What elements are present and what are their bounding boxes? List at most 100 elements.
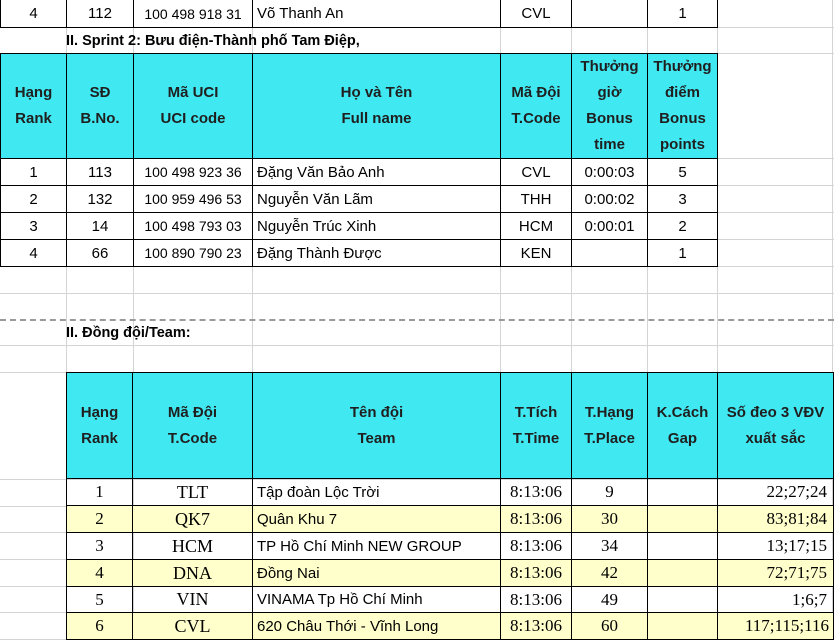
header-bno[interactable]: SĐ B.No.: [67, 53, 134, 159]
time-cell[interactable]: 0:00:03: [572, 159, 648, 186]
team-title: II. Đồng đội/Team:: [66, 325, 191, 341]
team-name-cell[interactable]: Quân Khu 7: [253, 506, 501, 533]
header-team-time[interactable]: T.Tích T.Time: [501, 372, 572, 479]
header-team-name[interactable]: Tên đội Team: [253, 372, 501, 479]
team-gap-cell[interactable]: [648, 560, 718, 587]
time-cell[interactable]: 0:00:02: [572, 186, 648, 213]
code-cell[interactable]: KEN: [501, 240, 572, 267]
team-time-cell[interactable]: 8:13:06: [501, 506, 572, 533]
rank-cell[interactable]: 4: [0, 0, 67, 28]
team-code-cell[interactable]: HCM: [133, 533, 253, 560]
team-top3-cell[interactable]: 83;81;84: [718, 506, 834, 533]
team-name-cell[interactable]: TP Hồ Chí Minh NEW GROUP: [253, 533, 501, 560]
name-cell[interactable]: Võ Thanh An: [253, 0, 501, 28]
uci-cell[interactable]: 100 498 793 03: [134, 213, 253, 240]
header-team-place[interactable]: T.Hạng T.Place: [572, 372, 648, 479]
points-cell[interactable]: 2: [648, 213, 718, 240]
header-tcode-en: T.Code: [511, 110, 561, 127]
team-place-cell[interactable]: 30: [572, 506, 648, 533]
team-code-cell[interactable]: CVL: [133, 613, 253, 640]
team-rank-cell[interactable]: 3: [66, 533, 133, 560]
team-name-cell[interactable]: Đồng Nai: [253, 560, 501, 587]
team-top3-cell[interactable]: 13;17;15: [718, 533, 834, 560]
team-code-cell[interactable]: VIN: [133, 587, 253, 613]
rank-cell[interactable]: 2: [0, 186, 67, 213]
name-cell[interactable]: Nguyễn Trúc Xinh: [253, 213, 501, 240]
team-code-cell[interactable]: TLT: [133, 479, 253, 506]
name-cell[interactable]: Đặng Thành Được: [253, 240, 501, 267]
bno-cell[interactable]: 66: [67, 240, 134, 267]
rank-cell[interactable]: 3: [0, 213, 67, 240]
team-time-cell[interactable]: 8:13:06: [501, 533, 572, 560]
header-team-top3-2: xuất sắc: [745, 429, 806, 447]
code-cell[interactable]: CVL: [501, 0, 572, 28]
team-top3-cell[interactable]: 22;27;24: [718, 479, 834, 506]
team-top3-cell[interactable]: 117;115;116: [718, 613, 834, 640]
team-top3-cell[interactable]: 72;71;75: [718, 560, 834, 587]
header-team-code[interactable]: Mã Đội T.Code: [133, 372, 253, 479]
team-rank-cell[interactable]: 5: [66, 587, 133, 613]
code-cell[interactable]: HCM: [501, 213, 572, 240]
team-place-cell[interactable]: 9: [572, 479, 648, 506]
team-rank-cell[interactable]: 2: [66, 506, 133, 533]
team-name-cell[interactable]: 620 Châu Thới - Vĩnh Long: [253, 613, 501, 640]
header-fullname[interactable]: Họ và Tên Full name: [253, 53, 501, 159]
team-place-cell[interactable]: 42: [572, 560, 648, 587]
team-gap-cell[interactable]: [648, 506, 718, 533]
header-team-top3[interactable]: Số đeo 3 VĐV xuất sắc: [718, 372, 834, 479]
points-cell[interactable]: 5: [648, 159, 718, 186]
header-tcode[interactable]: Mã Đội T.Code: [501, 53, 572, 159]
code-cell[interactable]: CVL: [501, 159, 572, 186]
team-rank-cell[interactable]: 6: [66, 613, 133, 640]
uci-cell[interactable]: 100 890 790 23: [134, 240, 253, 267]
team-top3-cell[interactable]: 1;6;7: [718, 587, 834, 613]
team-place-cell[interactable]: 34: [572, 533, 648, 560]
team-name-cell[interactable]: Tập đoàn Lộc Trời: [253, 479, 501, 506]
team-time-cell[interactable]: 8:13:06: [501, 613, 572, 640]
bno-cell[interactable]: 132: [67, 186, 134, 213]
team-time-cell[interactable]: 8:13:06: [501, 587, 572, 613]
code-cell[interactable]: THH: [501, 186, 572, 213]
rank-cell[interactable]: 4: [0, 240, 67, 267]
bno-cell[interactable]: 14: [67, 213, 134, 240]
team-time-cell[interactable]: 8:13:06: [501, 560, 572, 587]
team-gap-cell[interactable]: [648, 479, 718, 506]
header-bonus-time[interactable]: Thưởng giờ Bonus time: [572, 53, 648, 159]
team-gap-cell[interactable]: [648, 533, 718, 560]
header-team-rank[interactable]: Hạng Rank: [66, 372, 133, 479]
name-cell[interactable]: Đặng Văn Bảo Anh: [253, 159, 501, 186]
team-name-cell[interactable]: VINAMA Tp Hồ Chí Minh: [253, 587, 501, 613]
header-team-rank-vi: Hạng: [80, 403, 119, 421]
bno-cell[interactable]: 112: [67, 0, 134, 28]
team-rank-cell[interactable]: 4: [66, 560, 133, 587]
header-team-gap-en: Gap: [667, 429, 698, 447]
name-cell[interactable]: Nguyễn Văn Lãm: [253, 186, 501, 213]
rank-cell[interactable]: 1: [0, 159, 67, 186]
team-gap-cell[interactable]: [648, 587, 718, 613]
header-uci[interactable]: Mã UCI UCI code: [134, 53, 253, 159]
team-code-cell[interactable]: QK7: [133, 506, 253, 533]
uci-cell[interactable]: 100 498 918 31: [134, 0, 253, 28]
team-place-cell[interactable]: 49: [572, 587, 648, 613]
time-cell[interactable]: 0:00:01: [572, 213, 648, 240]
uci-cell[interactable]: 100 498 923 36: [134, 159, 253, 186]
team-gap-cell[interactable]: [648, 613, 718, 640]
time-cell[interactable]: [572, 240, 648, 267]
points-cell[interactable]: 3: [648, 186, 718, 213]
header-bno-en: B.No.: [80, 110, 120, 127]
points-cell[interactable]: 1: [648, 0, 718, 28]
team-place-cell[interactable]: 60: [572, 613, 648, 640]
time-cell[interactable]: [572, 0, 648, 28]
header-bonus-points-4: points: [660, 136, 705, 153]
header-team-gap[interactable]: K.Cách Gap: [648, 372, 718, 479]
team-code-cell[interactable]: DNA: [133, 560, 253, 587]
points-cell[interactable]: 1: [648, 240, 718, 267]
header-rank-en: Rank: [15, 110, 52, 127]
header-rank[interactable]: Hạng Rank: [0, 53, 67, 159]
header-bonus-points[interactable]: Thưởng điểm Bonus points: [648, 53, 718, 159]
header-bonus-time-2: giờ: [597, 84, 622, 101]
uci-cell[interactable]: 100 959 496 53: [134, 186, 253, 213]
team-time-cell[interactable]: 8:13:06: [501, 479, 572, 506]
team-rank-cell[interactable]: 1: [66, 479, 133, 506]
bno-cell[interactable]: 113: [67, 159, 134, 186]
